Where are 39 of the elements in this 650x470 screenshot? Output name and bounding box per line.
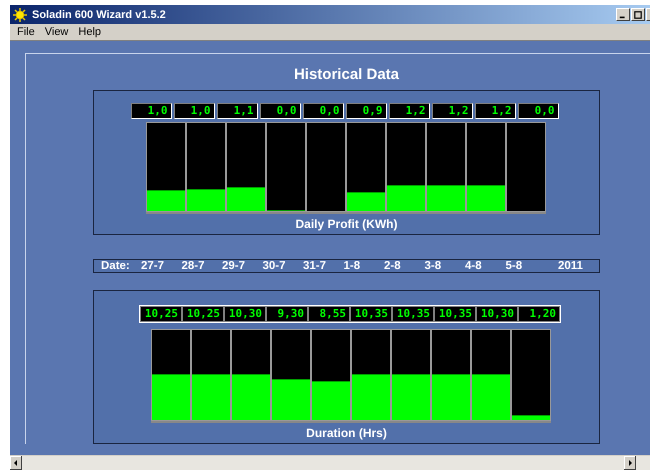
value-display: 10,30 bbox=[224, 306, 266, 322]
value-display: 1,2 bbox=[388, 103, 430, 119]
value-display: 1,0 bbox=[130, 103, 172, 119]
value-display: 1,2 bbox=[432, 103, 472, 119]
menu-item[interactable]: Help bbox=[73, 26, 106, 38]
menu-item[interactable]: View bbox=[40, 26, 74, 38]
value-display: 9,30 bbox=[266, 306, 308, 322]
value-display: 1,1 bbox=[216, 103, 258, 119]
value-display: 1,20 bbox=[518, 306, 560, 322]
value-display: 8,55 bbox=[308, 306, 350, 322]
chart-caption: Duration (Hrs) bbox=[306, 426, 387, 440]
value-display: 0,0 bbox=[260, 103, 300, 119]
value-display: 10,25 bbox=[182, 306, 224, 322]
value-display: 0,0 bbox=[302, 103, 344, 119]
menu-item[interactable]: File bbox=[12, 26, 40, 38]
value-display: 0,0 bbox=[518, 103, 558, 119]
value-display: 10,30 bbox=[476, 306, 518, 322]
window-title: Soladin 600 Wizard v1.5.2 bbox=[32, 8, 166, 20]
chart-caption: Daily Profit (KWh) bbox=[296, 217, 398, 231]
date-text: 5-8 bbox=[506, 260, 524, 272]
heading: Historical Data bbox=[292, 66, 400, 83]
value-display: 1,0 bbox=[174, 103, 214, 119]
date-text: 27-7 bbox=[141, 260, 166, 272]
value-display: 10,35 bbox=[350, 306, 392, 322]
date-text: 30-7 bbox=[262, 260, 287, 272]
date-text: 3-8 bbox=[424, 260, 442, 272]
value-display: 1,2 bbox=[474, 103, 516, 119]
date-text: 31-7 bbox=[303, 260, 328, 272]
date-text: 2-8 bbox=[384, 260, 402, 272]
date-text: 29-7 bbox=[222, 260, 246, 272]
year-text: 2011 bbox=[558, 260, 583, 272]
date-text: 4-8 bbox=[465, 260, 483, 272]
date-label: Date: bbox=[101, 260, 131, 272]
value-display: 10,35 bbox=[392, 306, 434, 322]
date-text: 28-7 bbox=[182, 260, 206, 272]
value-display: 10,25 bbox=[140, 306, 182, 322]
date-text: 1-8 bbox=[344, 260, 362, 272]
value-display: 0,9 bbox=[346, 103, 386, 119]
value-display: 10,35 bbox=[434, 306, 476, 322]
